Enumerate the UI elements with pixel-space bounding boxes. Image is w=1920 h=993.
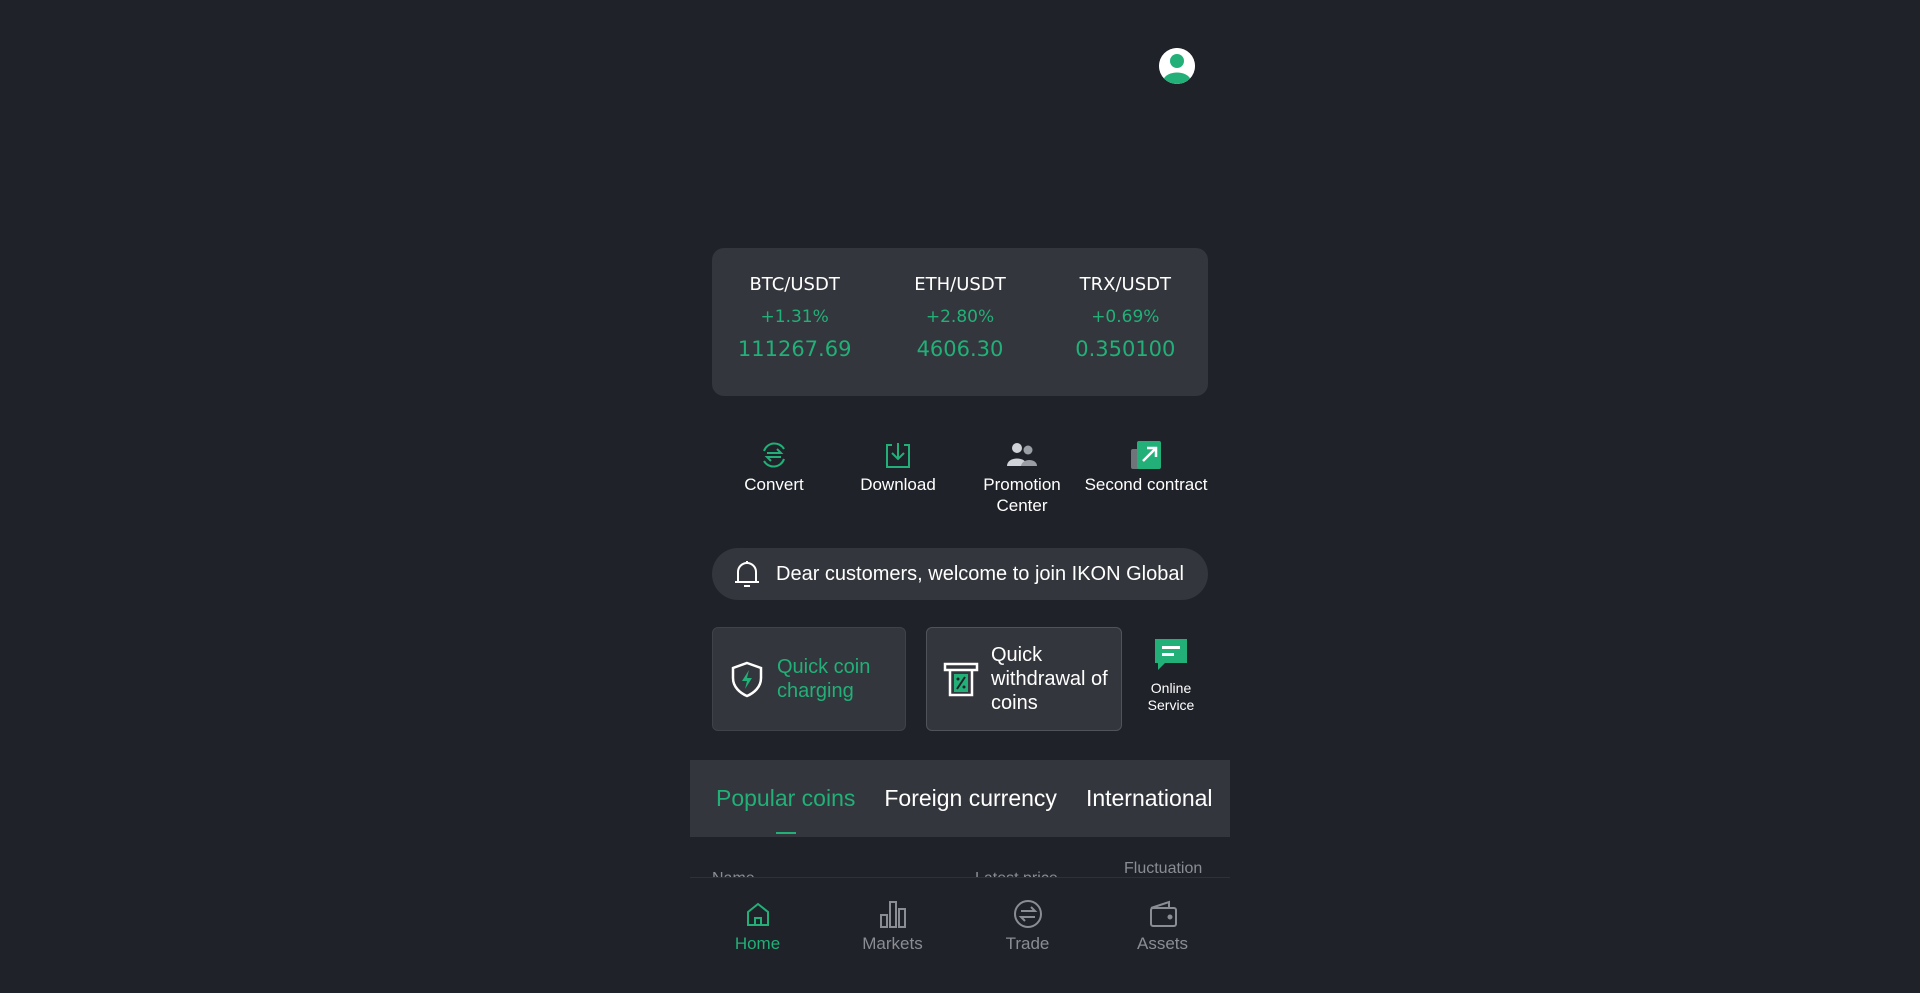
quick-link-label: Second contract [1084, 475, 1208, 494]
withdraw-label: Quick withdrawal of coins [991, 644, 1108, 714]
nav-home[interactable]: Home [703, 898, 813, 993]
ticker-change: +1.31% [760, 307, 829, 327]
users-icon [960, 438, 1084, 472]
online-service-label: Online Service [1147, 680, 1195, 713]
ticker-trx[interactable]: TRX/USDT +0.69% 0.350100 [1055, 274, 1195, 396]
quick-link-download[interactable]: Download [836, 438, 960, 516]
wallet-icon [1108, 898, 1218, 930]
ticker-price: 111267.69 [737, 337, 852, 361]
nav-label: Trade [1005, 934, 1050, 953]
quick-coin-charging-button[interactable]: Quick coin charging [712, 627, 906, 731]
chat-icon [1136, 638, 1206, 672]
ticker-pair: TRX/USDT [1079, 274, 1171, 295]
nav-assets[interactable]: Assets [1108, 898, 1218, 993]
ticker-price: 0.350100 [1075, 337, 1176, 361]
ticker-price: 4606.30 [916, 337, 1004, 361]
quick-withdrawal-button[interactable]: Quick withdrawal of coins [926, 627, 1122, 731]
shield-bolt-icon [729, 660, 765, 698]
ticker-pair: BTC/USDT [749, 274, 840, 295]
tab-popular-coins[interactable]: Popular coins [716, 785, 855, 812]
ticker-card: BTC/USDT +1.31% 111267.69 ETH/USDT +2.80… [712, 248, 1208, 396]
nav-label: Markets [862, 934, 923, 953]
bell-icon [732, 558, 762, 590]
bar-chart-icon [838, 898, 948, 930]
notice-bar[interactable]: Dear customers, welcome to join IKON Glo… [712, 548, 1208, 600]
charge-label: Quick coin charging [777, 656, 871, 702]
market-tabs: Popular coins Foreign currency Internati… [690, 760, 1230, 837]
tab-foreign-currency[interactable]: Foreign currency [884, 785, 1057, 812]
exchange-icon [973, 898, 1083, 930]
ticker-eth[interactable]: ETH/USDT +2.80% 4606.30 [890, 274, 1030, 396]
contract-icon [1084, 438, 1208, 472]
ticker-pair: ETH/USDT [914, 274, 1006, 295]
nav-trade[interactable]: Trade [973, 898, 1083, 993]
quick-link-second-contract[interactable]: Second contract [1084, 438, 1208, 516]
nav-markets[interactable]: Markets [838, 898, 948, 993]
download-icon [836, 438, 960, 472]
home-icon [703, 898, 813, 930]
quick-link-label: Download [860, 475, 936, 494]
quick-link-promotion[interactable]: Promotion Center [960, 438, 1084, 516]
ticker-change: +2.80% [925, 307, 995, 327]
bottom-nav: Home Markets Trade Assets [690, 877, 1230, 993]
column-fluctuation: Fluctuation [1124, 860, 1203, 877]
ticker-change: +0.69% [1091, 307, 1160, 327]
user-avatar-icon[interactable] [1159, 48, 1195, 84]
nav-label: Assets [1136, 934, 1189, 953]
ticker-btc[interactable]: BTC/USDT +1.31% 111267.69 [725, 274, 865, 396]
convert-icon [712, 438, 836, 472]
atm-withdraw-icon [943, 660, 979, 698]
quick-link-label: Convert [744, 475, 804, 494]
quick-links: Convert Download Promotion Center Second… [712, 438, 1208, 516]
quick-link-convert[interactable]: Convert [712, 438, 836, 516]
quick-link-label: Promotion Center [983, 475, 1061, 515]
nav-label: Home [734, 934, 781, 953]
online-service-button[interactable]: Online Service [1136, 638, 1206, 714]
notice-text: Dear customers, welcome to join IKON Glo… [776, 562, 1184, 585]
tab-international[interactable]: International [1086, 785, 1213, 812]
